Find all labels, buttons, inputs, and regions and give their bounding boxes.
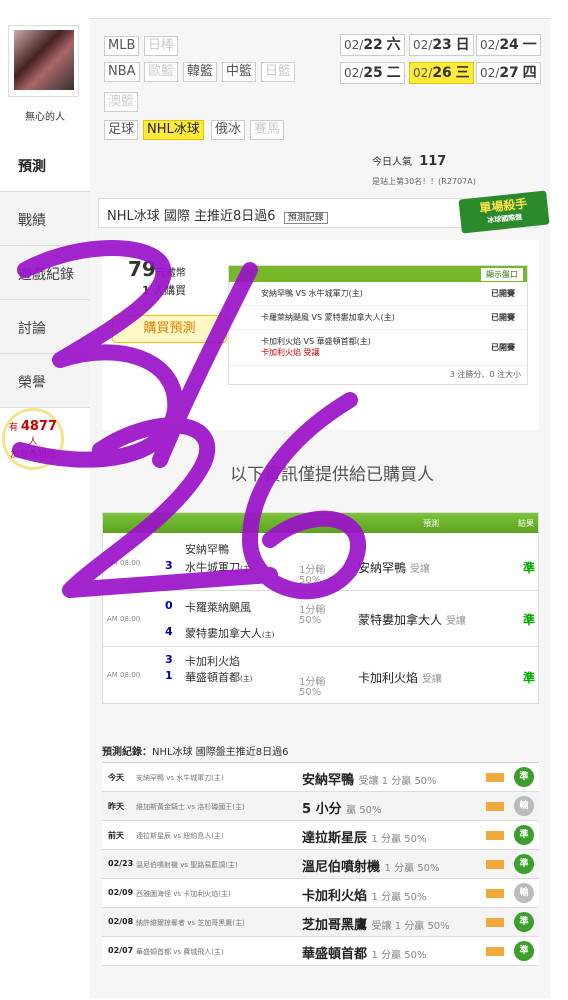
handwritten-scribble	[12, 240, 366, 600]
